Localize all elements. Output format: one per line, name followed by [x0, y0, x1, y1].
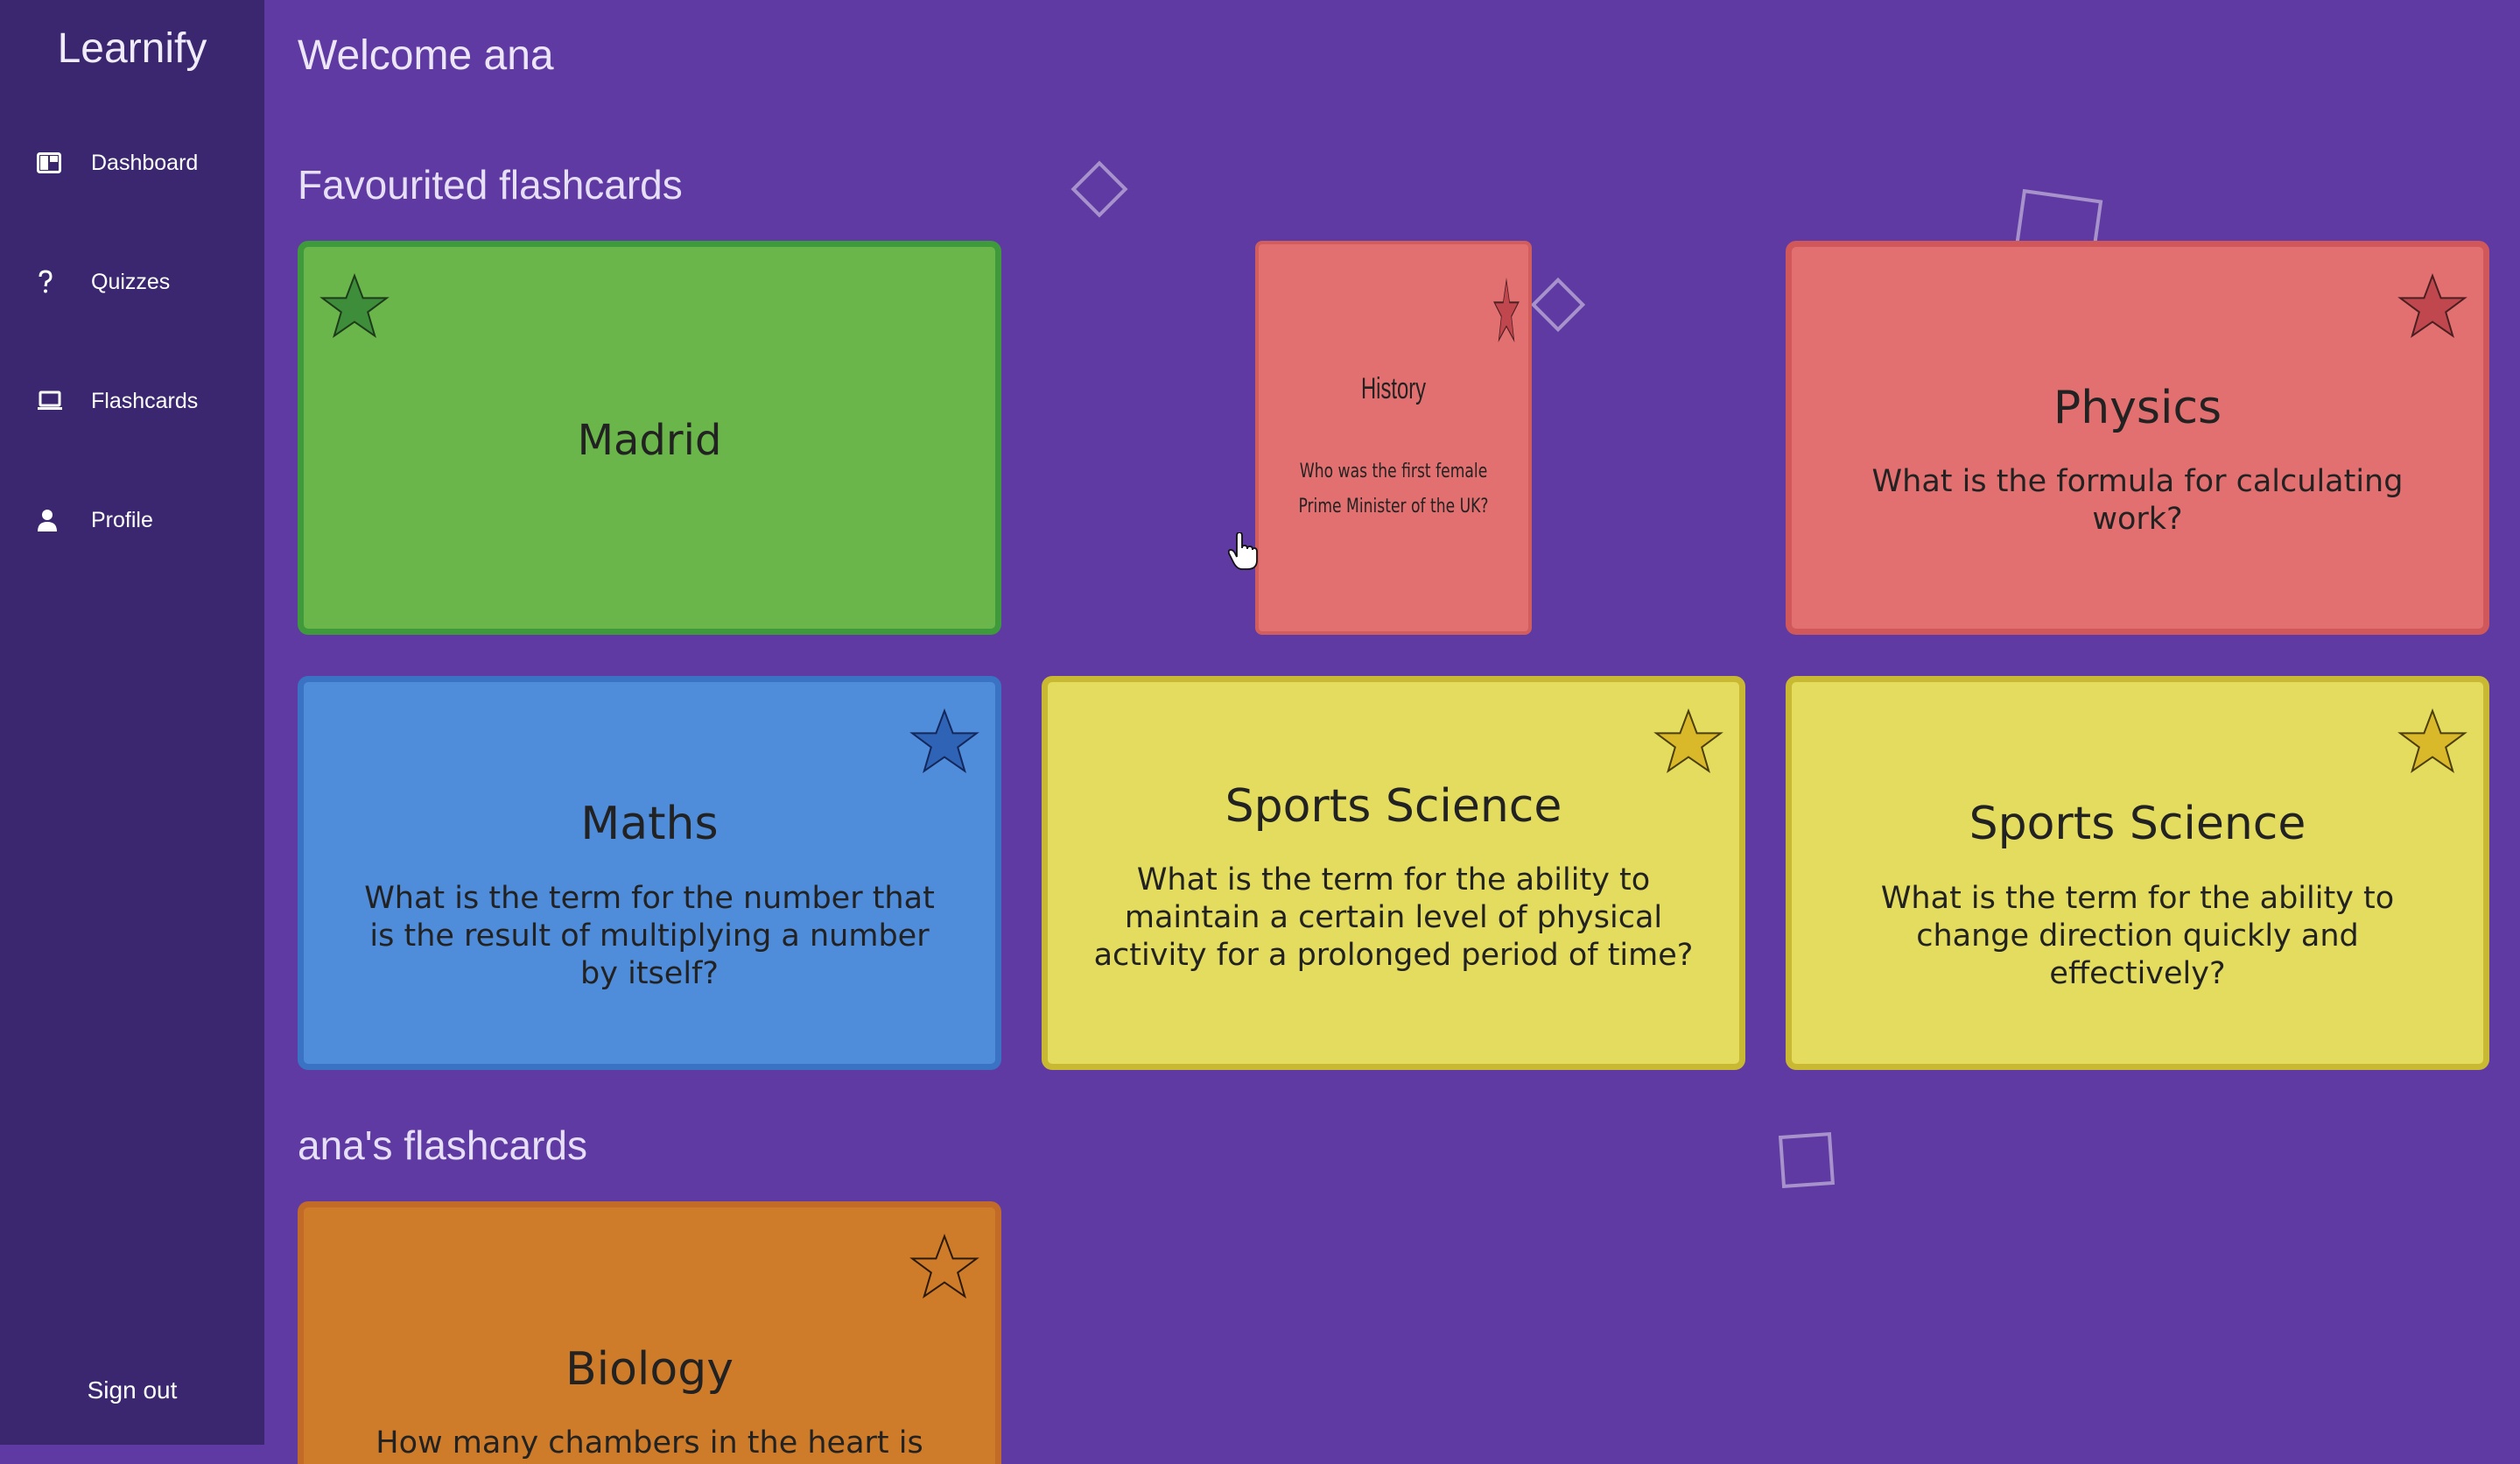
flashcard[interactable]: Biology How many chambers in the heart i…	[298, 1201, 1001, 1464]
flashcard[interactable]: Sports Science What is the term for the …	[1042, 676, 1745, 1070]
app-root: Learnify Dashboard Quizzes Flashcards Pr…	[0, 0, 2520, 1464]
favourite-star-icon[interactable]	[319, 271, 390, 341]
sidebar-item-label: Flashcards	[91, 388, 199, 413]
flashcard-question: What is the term for the ability to chan…	[1880, 881, 2395, 991]
flashcard[interactable]: Madrid	[298, 241, 1001, 635]
dashboard-icon	[37, 148, 67, 178]
favourite-star-icon[interactable]	[2397, 707, 2467, 777]
app-logo: Learnify	[57, 25, 207, 72]
sidebar-item-quizzes[interactable]: Quizzes	[37, 256, 247, 308]
flashcard-question: What is the formula for calculating work…	[1871, 464, 2404, 537]
flashcard-subject: History	[1360, 372, 1427, 405]
flashcard-subject: Sports Science	[1969, 798, 2306, 850]
decorative-diamond	[1070, 160, 1128, 218]
flashcard[interactable]: Sports Science What is the term for the …	[1786, 676, 2489, 1070]
favourite-star-icon[interactable]	[2397, 271, 2467, 341]
flashcard[interactable]: History Who was the first female Prime M…	[1255, 241, 1532, 635]
question-icon	[37, 267, 67, 297]
unfavourited-star-icon[interactable]	[909, 1232, 979, 1302]
favourite-star-icon[interactable]	[1493, 276, 1520, 346]
sidebar-item-label: Dashboard	[91, 150, 199, 175]
flashcard[interactable]: Maths What is the term for the number th…	[298, 676, 1001, 1070]
flashcard[interactable]: Physics What is the formula for calculat…	[1786, 241, 2489, 635]
sidebar-item-label: Profile	[91, 507, 153, 532]
flashcard-subject: Maths	[580, 798, 719, 850]
my-flashcards-section-title: ana's flashcards	[298, 1123, 587, 1168]
sign-out-button[interactable]: Sign out	[0, 1376, 264, 1404]
person-icon	[37, 505, 67, 535]
flashcard-subject: Biology	[565, 1343, 734, 1396]
sidebar: Learnify Dashboard Quizzes Flashcards Pr…	[0, 0, 264, 1445]
flashcard-subject: Physics	[2053, 382, 2222, 434]
laptop-icon	[37, 386, 67, 416]
flashcard-question: Madrid	[577, 416, 722, 465]
sidebar-item-dashboard[interactable]: Dashboard	[37, 137, 247, 189]
favourited-section-title: Favourited flashcards	[298, 162, 683, 208]
flashcard-question: What is the term for the number that is …	[364, 881, 935, 991]
page-title: Welcome ana	[298, 32, 554, 79]
sidebar-item-profile[interactable]: Profile	[37, 494, 247, 546]
decorative-diamond	[1530, 277, 1586, 333]
flashcard-question: Who was the first female Prime Minister …	[1298, 461, 1489, 517]
favourite-star-icon[interactable]	[1653, 707, 1723, 777]
flashcard-subject: Sports Science	[1225, 780, 1562, 833]
sidebar-item-flashcards[interactable]: Flashcards	[37, 375, 247, 427]
favourite-star-icon[interactable]	[909, 707, 979, 777]
decorative-square	[1778, 1131, 1836, 1189]
flashcard-question: What is the term for the ability to main…	[1093, 862, 1694, 973]
sidebar-item-label: Quizzes	[91, 269, 171, 294]
hand-cursor-icon	[1228, 532, 1258, 570]
